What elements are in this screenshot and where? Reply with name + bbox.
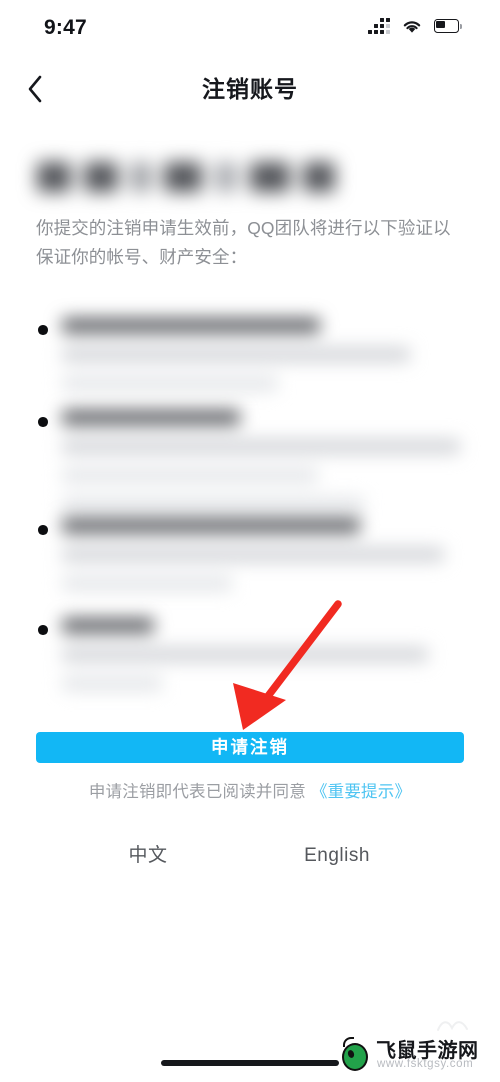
language-option-chinese[interactable]: 中文 (118, 840, 178, 872)
watermark: 飞鼠手游网 www.fsktgsy.com (336, 1021, 494, 1074)
watermark-site-url: www.fsktgsy.com (377, 1058, 474, 1070)
bullet-dot-icon (38, 417, 48, 427)
bullet-dot-icon (38, 525, 48, 535)
list-item (0, 410, 500, 518)
status-icons (368, 18, 462, 34)
phone-screen: 9:47 注销账号 你提交的注销申请生效前，QQ团队将进行以下验证以保证你的帐号… (0, 0, 500, 1082)
important-notice-link[interactable]: 《重要提示》 (311, 783, 411, 801)
swoosh-icon (436, 1018, 470, 1032)
wifi-icon (401, 18, 423, 34)
agreement-line: 申请注销即代表已阅读并同意 《重要提示》 (0, 778, 500, 802)
battery-icon (434, 19, 462, 33)
redacted-text-block (62, 318, 482, 405)
mouse-icon (340, 1037, 371, 1071)
apply-cancellation-button[interactable]: 申请注销 (36, 732, 464, 763)
redacted-text-block (62, 518, 482, 605)
bullet-dot-icon (38, 325, 48, 335)
status-bar: 9:47 (0, 0, 500, 56)
language-option-english[interactable]: English (290, 840, 384, 872)
intro-paragraph: 你提交的注销申请生效前，QQ团队将进行以下验证以保证你的帐号、财产安全： (36, 218, 451, 267)
list-item (0, 618, 500, 718)
redacted-heading (37, 156, 411, 198)
home-indicator[interactable] (161, 1060, 339, 1066)
page-title: 注销账号 (202, 76, 298, 102)
status-time: 9:47 (44, 16, 87, 39)
redacted-text-block (62, 410, 482, 526)
signal-bars-icon (368, 18, 390, 34)
list-item (0, 518, 500, 618)
agreement-text: 申请注销即代表已阅读并同意 (88, 783, 306, 801)
verification-list (0, 318, 500, 718)
bullet-dot-icon (38, 625, 48, 635)
list-item (0, 318, 500, 410)
redacted-text-block (62, 618, 482, 705)
language-switcher: 中文 English (0, 840, 500, 872)
navigation-bar: 注销账号 (0, 56, 500, 122)
